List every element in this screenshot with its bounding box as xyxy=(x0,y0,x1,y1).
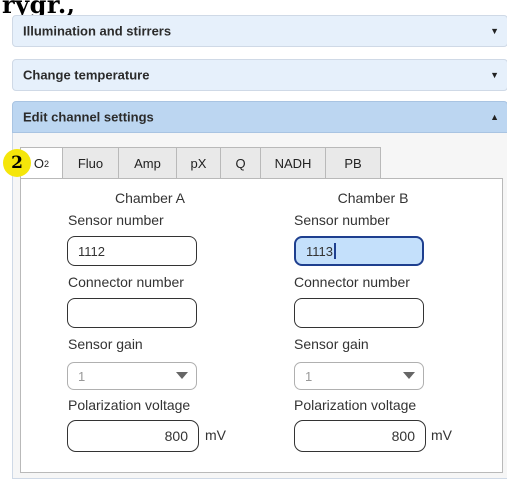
chamber-a-connector-label: Connector number xyxy=(68,274,184,290)
tab-label: pX xyxy=(190,155,207,171)
input-value: 1113 xyxy=(306,243,333,259)
accordion-change-temperature[interactable]: Change temperature ▼ xyxy=(12,59,507,91)
caret-down-icon: ▼ xyxy=(490,26,499,36)
tab-label: NADH xyxy=(274,155,312,171)
chamber-b-connector-input[interactable] xyxy=(294,298,424,328)
chamber-b-sensor-label: Sensor number xyxy=(294,212,390,228)
chamber-a-sensor-label: Sensor number xyxy=(68,212,164,228)
caret-down-icon: ▼ xyxy=(490,70,499,80)
chamber-b-title: Chamber B xyxy=(337,190,409,206)
tab-q[interactable]: Q xyxy=(221,147,261,179)
input-value: 1112 xyxy=(78,243,105,259)
chamber-a-connector-input[interactable] xyxy=(67,298,197,328)
accordion-edit-channel-settings[interactable]: Edit channel settings ▲ xyxy=(12,101,507,133)
chamber-b-gain-select[interactable]: 1 xyxy=(294,362,424,390)
chamber-a-polarization-label: Polarization voltage xyxy=(68,397,191,413)
caret-up-icon: ▲ xyxy=(490,112,499,122)
text-cursor xyxy=(334,243,336,259)
tab-nadh[interactable]: NADH xyxy=(261,147,326,179)
chamber-b-polarization-label: Polarization voltage xyxy=(294,397,417,413)
chamber-a-sensor-input[interactable]: 1112 xyxy=(67,236,197,266)
tab-pb[interactable]: PB xyxy=(326,147,381,179)
accordion-illumination-stirrers[interactable]: Illumination and stirrers ▼ xyxy=(12,15,507,47)
tab-label: Fluo xyxy=(77,155,104,171)
chamber-b-unit: mV xyxy=(431,427,452,443)
chamber-a-unit: mV xyxy=(205,427,226,443)
tab-amp[interactable]: Amp xyxy=(119,147,177,179)
input-value: 800 xyxy=(391,428,415,444)
input-value: 800 xyxy=(164,428,188,444)
chamber-a-gain-select[interactable]: 1 xyxy=(67,362,197,390)
tab-label: PB xyxy=(344,155,362,171)
tab-label: O xyxy=(33,156,45,171)
select-value: 1 xyxy=(305,368,313,384)
channel-tabs: O2 Fluo Amp pX Q NADH PB xyxy=(20,147,381,179)
dropdown-arrow-icon xyxy=(176,372,188,379)
dropdown-arrow-icon xyxy=(403,372,415,379)
chamber-b-sensor-input[interactable]: 1113 xyxy=(294,236,424,266)
tab-fluo[interactable]: Fluo xyxy=(63,147,119,179)
select-value: 1 xyxy=(78,368,86,384)
accordion-label: Illumination and stirrers xyxy=(23,23,172,39)
chamber-b-connector-label: Connector number xyxy=(294,274,410,290)
chamber-a-title: Chamber A xyxy=(114,190,186,206)
tab-label: Q xyxy=(235,155,246,171)
chamber-b-gain-label: Sensor gain xyxy=(294,336,369,352)
tab-label: Amp xyxy=(134,155,161,171)
accordion-label: Edit channel settings xyxy=(23,109,154,125)
chamber-a-polarization-input[interactable]: 800 xyxy=(67,420,199,452)
accordion-label: Change temperature xyxy=(23,67,150,83)
tab-subscript: 2 xyxy=(44,158,50,169)
tab-px[interactable]: pX xyxy=(177,147,221,179)
chamber-a-gain-label: Sensor gain xyxy=(68,336,143,352)
chamber-b-polarization-input[interactable]: 800 xyxy=(294,420,426,452)
step-number-badge: 2 xyxy=(3,149,31,177)
